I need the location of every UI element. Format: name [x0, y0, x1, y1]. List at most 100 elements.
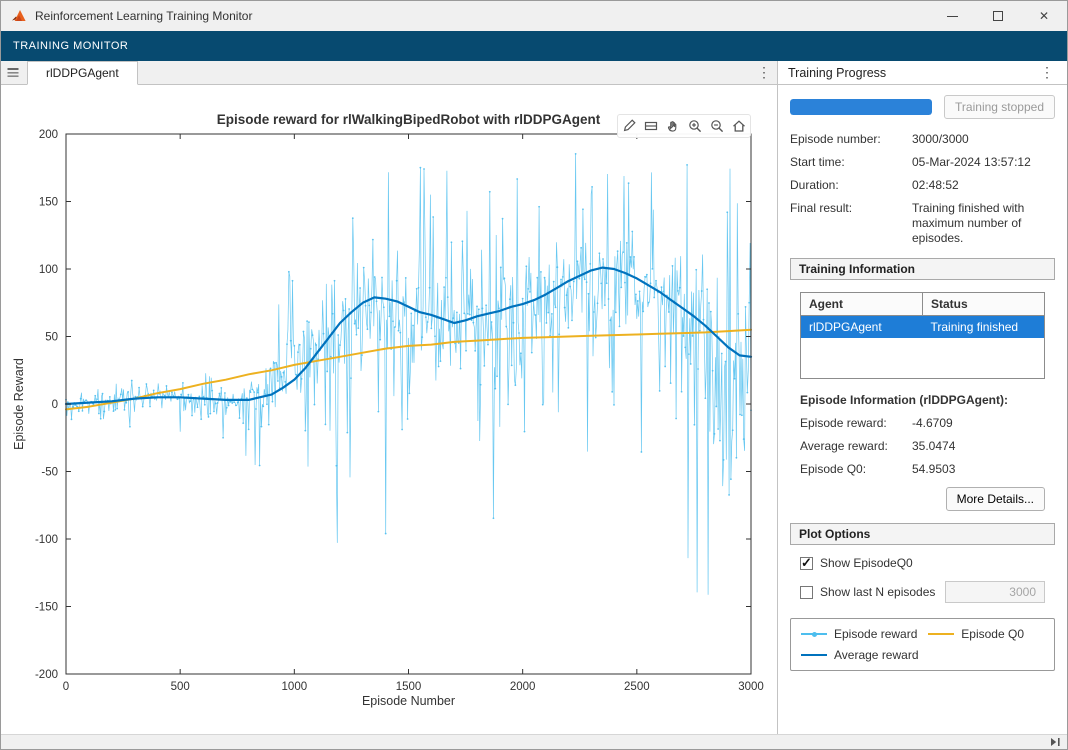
svg-text:200: 200 — [39, 129, 58, 141]
brush-icon[interactable] — [619, 116, 639, 136]
table-header-row: Agent Status — [801, 293, 1044, 316]
episode-information-fields: Episode reward: -4.6709 Average reward: … — [800, 416, 1045, 477]
panel-title: Training Progress — [788, 66, 886, 80]
field-label: Final result: — [790, 201, 912, 246]
training-summary-fields: Episode number: 3000/3000 Start time: 05… — [790, 132, 1055, 246]
toolstrip: TRAINING MONITOR — [1, 31, 1067, 61]
datatip-icon[interactable] — [641, 116, 661, 136]
minimize-button[interactable] — [929, 1, 975, 31]
window-title: Reinforcement Learning Training Monitor — [35, 9, 252, 23]
svg-text:100: 100 — [39, 264, 58, 276]
field-value: 02:48:52 — [912, 178, 1055, 193]
more-details-button[interactable]: More Details... — [946, 487, 1045, 511]
legend-line-sample — [801, 654, 827, 656]
maximize-button[interactable] — [975, 1, 1021, 31]
legend-episode-q0: Episode Q0 — [928, 627, 1044, 641]
progress-row: Training stopped — [790, 95, 1055, 119]
title-bar: Reinforcement Learning Training Monitor … — [1, 1, 1067, 31]
show-last-n-checkbox[interactable] — [800, 586, 813, 599]
field-value: -4.6709 — [912, 416, 1045, 431]
reward-chart[interactable]: Episode reward for rlWalkingBipedRobot w… — [1, 85, 778, 734]
document-overflow-menu-icon[interactable]: ⋮ — [751, 61, 777, 84]
svg-text:3000: 3000 — [738, 681, 764, 693]
field-value: 3000/3000 — [912, 132, 1055, 147]
field-duration: Duration: 02:48:52 — [790, 178, 1055, 193]
chart-container: Episode reward for rlWalkingBipedRobot w… — [1, 85, 777, 734]
training-progress-panel: Training Progress ⋮ Training stopped Epi… — [778, 61, 1067, 734]
panel-overflow-menu-icon[interactable]: ⋮ — [1037, 64, 1057, 81]
document-panel: rlDDPGAgent ⋮ Episode reward for rlWalki… — [1, 61, 778, 734]
collapse-panel-icon[interactable] — [1050, 737, 1061, 747]
tab-rlddpgagent[interactable]: rlDDPGAgent — [27, 61, 138, 85]
legend-label: Episode reward — [834, 627, 917, 641]
plot-options-header: Plot Options — [790, 523, 1055, 545]
episode-information-title: Episode Information (rlDDPGAgent): — [800, 393, 1045, 407]
matlab-logo-icon — [11, 8, 27, 24]
tab-training-monitor[interactable]: TRAINING MONITOR — [1, 31, 140, 61]
document-tab-bar: rlDDPGAgent ⋮ — [1, 61, 777, 85]
show-last-n-row: Show last N episodes — [800, 581, 1045, 603]
field-value: 54.9503 — [912, 462, 1045, 477]
svg-text:0: 0 — [63, 681, 69, 693]
svg-text:-50: -50 — [41, 467, 58, 479]
field-label: Episode reward: — [800, 416, 912, 431]
zoom-out-icon[interactable] — [707, 116, 727, 136]
legend-label: Episode Q0 — [961, 627, 1024, 641]
svg-text:Episode reward for rlWalkingBi: Episode reward for rlWalkingBipedRobot w… — [217, 112, 601, 127]
panel-header: Training Progress ⋮ — [778, 61, 1067, 85]
svg-text:500: 500 — [171, 681, 190, 693]
svg-text:-150: -150 — [35, 602, 58, 614]
field-episode-number: Episode number: 3000/3000 — [790, 132, 1055, 147]
legend-marker-dot — [812, 632, 817, 637]
agent-status-table: Agent Status rlDDPGAgent Training finish… — [800, 292, 1045, 379]
window-controls: ✕ — [929, 1, 1067, 31]
field-label: Average reward: — [800, 439, 912, 454]
progress-bar-fill — [790, 99, 932, 115]
axes-toolbar — [617, 114, 751, 138]
table-empty-area — [801, 338, 1044, 378]
svg-text:Episode Reward: Episode Reward — [12, 358, 26, 450]
field-episode-q0: Episode Q0: 54.9503 — [800, 462, 1045, 477]
minimize-icon — [947, 16, 958, 17]
field-label: Start time: — [790, 155, 912, 170]
svg-text:2500: 2500 — [624, 681, 650, 693]
show-episodeq0-checkbox[interactable] — [800, 557, 813, 570]
field-episode-reward: Episode reward: -4.6709 — [800, 416, 1045, 431]
svg-text:150: 150 — [39, 197, 58, 209]
training-information-header: Training Information — [790, 258, 1055, 280]
documents-icon — [7, 67, 19, 79]
field-value: 35.0474 — [912, 439, 1045, 454]
training-progress-bar — [790, 99, 932, 115]
maximize-icon — [993, 11, 1003, 21]
pan-icon[interactable] — [663, 116, 683, 136]
field-start-time: Start time: 05-Mar-2024 13:57:12 — [790, 155, 1055, 170]
home-icon[interactable] — [729, 116, 749, 136]
legend-label: Average reward — [834, 648, 919, 662]
documents-menu-button[interactable] — [1, 61, 25, 84]
app-window: Reinforcement Learning Training Monitor … — [0, 0, 1068, 750]
legend-episode-reward: Episode reward — [801, 627, 928, 641]
status-bar — [1, 734, 1067, 749]
field-label: Episode Q0: — [800, 462, 912, 477]
field-label: Duration: — [790, 178, 912, 193]
field-label: Episode number: — [790, 132, 912, 147]
field-average-reward: Average reward: 35.0474 — [800, 439, 1045, 454]
column-header-agent: Agent — [801, 293, 922, 315]
svg-text:Episode Number: Episode Number — [362, 694, 455, 708]
legend-line-sample — [801, 633, 827, 635]
details-row: More Details... — [800, 487, 1045, 511]
training-stopped-button[interactable]: Training stopped — [944, 95, 1055, 119]
zoom-in-icon[interactable] — [685, 116, 705, 136]
show-last-n-label: Show last N episodes — [820, 585, 935, 599]
cell-status: Training finished — [923, 316, 1045, 338]
close-icon: ✕ — [1039, 9, 1049, 23]
legend-average-reward: Average reward — [801, 648, 928, 662]
close-button[interactable]: ✕ — [1021, 1, 1067, 31]
legend-line-sample — [928, 633, 954, 635]
main-content: rlDDPGAgent ⋮ Episode reward for rlWalki… — [1, 61, 1067, 734]
field-final-result: Final result: Training finished with max… — [790, 201, 1055, 246]
table-row[interactable]: rlDDPGAgent Training finished — [801, 316, 1044, 338]
cell-agent: rlDDPGAgent — [801, 316, 923, 338]
last-n-episodes-input[interactable] — [945, 581, 1045, 603]
show-episodeq0-label: Show EpisodeQ0 — [820, 556, 913, 570]
